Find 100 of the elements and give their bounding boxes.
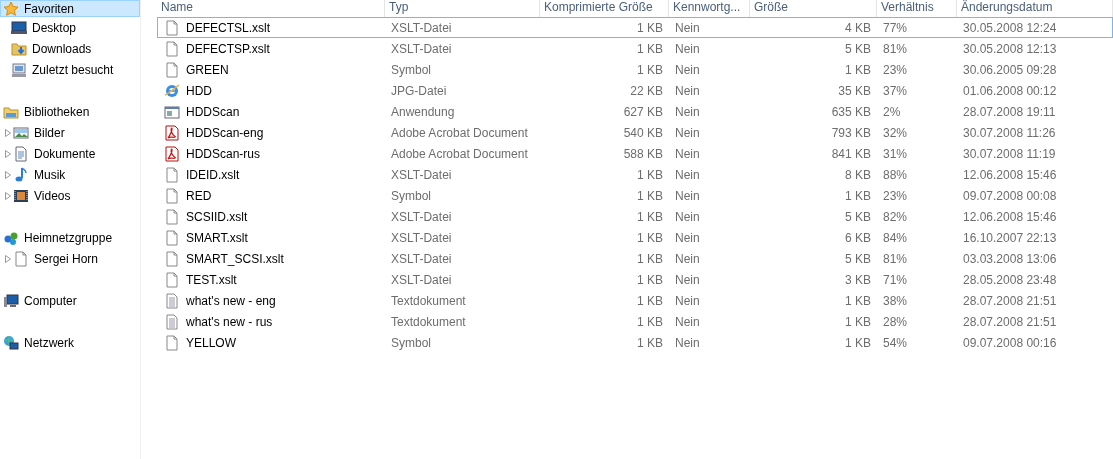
table-cell-text: 793 KB — [830, 125, 872, 140]
nav-item[interactable]: Downloads — [10, 38, 140, 59]
table-cell-text: 88% — [882, 167, 909, 182]
nav-item[interactable]: Sergei Horn — [12, 248, 140, 269]
column-header[interactable]: Name — [157, 0, 385, 17]
file-name: what's new - eng — [186, 293, 276, 308]
table-cell-text: XSLT-Datei — [390, 230, 453, 245]
table-cell-text: 1 KB — [636, 272, 664, 287]
nav-item[interactable]: Zuletzt besucht — [10, 59, 140, 80]
monitor-icon — [11, 19, 27, 36]
nav-item[interactable]: Dokumente — [12, 143, 140, 164]
table-cell-text: 1 KB — [844, 293, 872, 308]
table-cell-text: 82% — [882, 209, 909, 224]
file-icon — [164, 40, 180, 57]
file-row[interactable]: IDEID.xslt XSLT-Datei 1 KB Nein 8 KB 88% 12.06.2008 15:46 — [157, 164, 1113, 185]
table-cell-text: 5 KB — [844, 41, 872, 56]
nav-item[interactable]: Computer — [0, 290, 140, 311]
table-cell-text: Nein — [674, 209, 701, 224]
expand-arrow-icon[interactable] — [4, 128, 12, 137]
table-cell-text: 1 KB — [636, 230, 664, 245]
file-row[interactable]: HDDScan-rus Adobe Acrobat Document 588 KB Nein 841 KB 31% 30.07.2008 11:19 — [157, 143, 1113, 164]
file-row[interactable]: RED Symbol 1 KB Nein 1 KB 23% 09.07.2008 00:08 — [157, 185, 1113, 206]
table-cell-text: Nein — [674, 251, 701, 266]
text-file-icon — [164, 292, 180, 309]
file-name: HDDScan — [186, 104, 240, 119]
table-cell-text: Nein — [674, 167, 701, 182]
table-cell-text: 35 KB — [837, 83, 872, 98]
file-row[interactable]: TEST.xslt XSLT-Datei 1 KB Nein 3 KB 71% 28.05.2008 23:48 — [157, 269, 1113, 290]
table-cell-text: Nein — [674, 272, 701, 287]
nav-item[interactable]: Desktop — [10, 17, 140, 38]
window-icon — [164, 103, 180, 120]
table-cell-text: 1 KB — [844, 188, 872, 203]
expand-arrow-icon[interactable] — [4, 254, 12, 263]
file-icon — [164, 250, 180, 267]
file-name: GREEN — [186, 62, 229, 77]
table-cell-text: 32% — [882, 125, 909, 140]
nav-item[interactable]: Bilder — [12, 122, 140, 143]
table-cell-text: 841 KB — [830, 146, 872, 161]
document-icon — [13, 145, 29, 162]
nav-item[interactable]: Favoriten — [0, 0, 140, 17]
file-name: HDDScan-rus — [186, 146, 260, 161]
table-cell-text: 627 KB — [622, 104, 664, 119]
column-header[interactable]: Änderungsdatum — [957, 0, 1113, 17]
file-icon — [164, 271, 180, 288]
nav-item[interactable]: Videos — [12, 185, 140, 206]
table-cell-text: 1 KB — [636, 62, 664, 77]
table-cell-text: Nein — [674, 125, 701, 140]
picture-icon — [13, 124, 29, 141]
file-row[interactable]: SMART.xslt XSLT-Datei 1 KB Nein 6 KB 84% 16.10.2007 22:13 — [157, 227, 1113, 248]
file-row[interactable]: DEFECTSP.xslt XSLT-Datei 1 KB Nein 5 KB 81% 30.05.2008 12:13 — [157, 38, 1113, 59]
table-cell-text: Nein — [674, 83, 701, 98]
expand-arrow-icon[interactable] — [4, 170, 12, 179]
table-cell-text: 71% — [882, 272, 909, 287]
column-header[interactable]: Verhältnis — [877, 0, 957, 17]
table-cell-text: 1 KB — [636, 314, 664, 329]
star-icon — [3, 0, 19, 17]
table-cell-text: 01.06.2008 00:12 — [962, 83, 1058, 98]
table-cell-text: 1 KB — [844, 62, 872, 77]
file-row[interactable]: what's new - eng Textdokument 1 KB Nein 1 KB 38% 28.07.2008 21:51 — [157, 290, 1113, 311]
table-cell-text: 23% — [882, 188, 909, 203]
table-cell-text: Textdokument — [390, 293, 467, 308]
pdf-icon — [164, 124, 180, 141]
file-name: RED — [186, 188, 212, 203]
column-header[interactable]: Komprimierte Größe — [540, 0, 669, 17]
table-cell-text: 2% — [882, 104, 902, 119]
table-cell-text: Nein — [674, 62, 701, 77]
expand-arrow-icon[interactable] — [4, 149, 12, 158]
table-cell-text: JPG-Datei — [390, 83, 448, 98]
file-row[interactable]: DEFECTSL.xslt XSLT-Datei 1 KB Nein 4 KB 77% 30.05.2008 12:24 — [157, 17, 1113, 38]
table-cell-text: Nein — [674, 104, 701, 119]
table-cell-text: 30.06.2005 09:28 — [962, 62, 1058, 77]
browser-icon — [164, 82, 180, 99]
file-row[interactable]: YELLOW Symbol 1 KB Nein 1 KB 54% 09.07.2008 00:16 — [157, 332, 1113, 353]
column-header[interactable]: Typ — [385, 0, 540, 17]
nav-item[interactable]: Heimnetzgruppe — [0, 227, 140, 248]
file-row[interactable]: SCSIID.xslt XSLT-Datei 1 KB Nein 5 KB 82% 12.06.2008 15:46 — [157, 206, 1113, 227]
file-row[interactable]: HDDScan-eng Adobe Acrobat Document 540 KB Nein 793 KB 32% 30.07.2008 11:26 — [157, 122, 1113, 143]
file-row[interactable]: HDD JPG-Datei 22 KB Nein 35 KB 37% 01.06.2008 00:12 — [157, 80, 1113, 101]
table-cell-text: 28.07.2008 19:11 — [962, 104, 1057, 119]
nav-item[interactable]: Bibliotheken — [0, 101, 140, 122]
table-cell-text: 12.06.2008 15:46 — [962, 167, 1058, 182]
table-cell-text: 30.07.2008 11:19 — [962, 146, 1057, 161]
file-row[interactable]: what's new - rus Textdokument 1 KB Nein 1 KB 28% 28.07.2008 21:51 — [157, 311, 1113, 332]
file-name: SMART.xslt — [186, 230, 248, 245]
file-name: SCSIID.xslt — [186, 209, 248, 224]
table-cell-text: 09.07.2008 00:08 — [962, 188, 1058, 203]
nav-item[interactable]: Netzwerk — [0, 332, 140, 353]
table-cell-text: 28.05.2008 23:48 — [962, 272, 1058, 287]
table-cell-text: 1 KB — [636, 293, 664, 308]
nav-item[interactable]: Musik — [12, 164, 140, 185]
table-cell-text: 28.07.2008 21:51 — [962, 293, 1058, 308]
file-row[interactable]: GREEN Symbol 1 KB Nein 1 KB 23% 30.06.2005 09:28 — [157, 59, 1113, 80]
file-name: DEFECTSP.xslt — [186, 41, 270, 56]
file-name: what's new - rus — [186, 314, 273, 329]
expand-arrow-icon[interactable] — [4, 191, 12, 200]
file-row[interactable]: SMART_SCSI.xslt XSLT-Datei 1 KB Nein 5 KB 81% 03.03.2008 13:06 — [157, 248, 1113, 269]
column-header[interactable]: Größe — [750, 0, 877, 17]
table-cell-text: 1 KB — [636, 41, 664, 56]
column-header[interactable]: Kennwortg... — [669, 0, 750, 17]
file-row[interactable]: HDDScan Anwendung 627 KB Nein 635 KB 2% 28.07.2008 19:11 — [157, 101, 1113, 122]
